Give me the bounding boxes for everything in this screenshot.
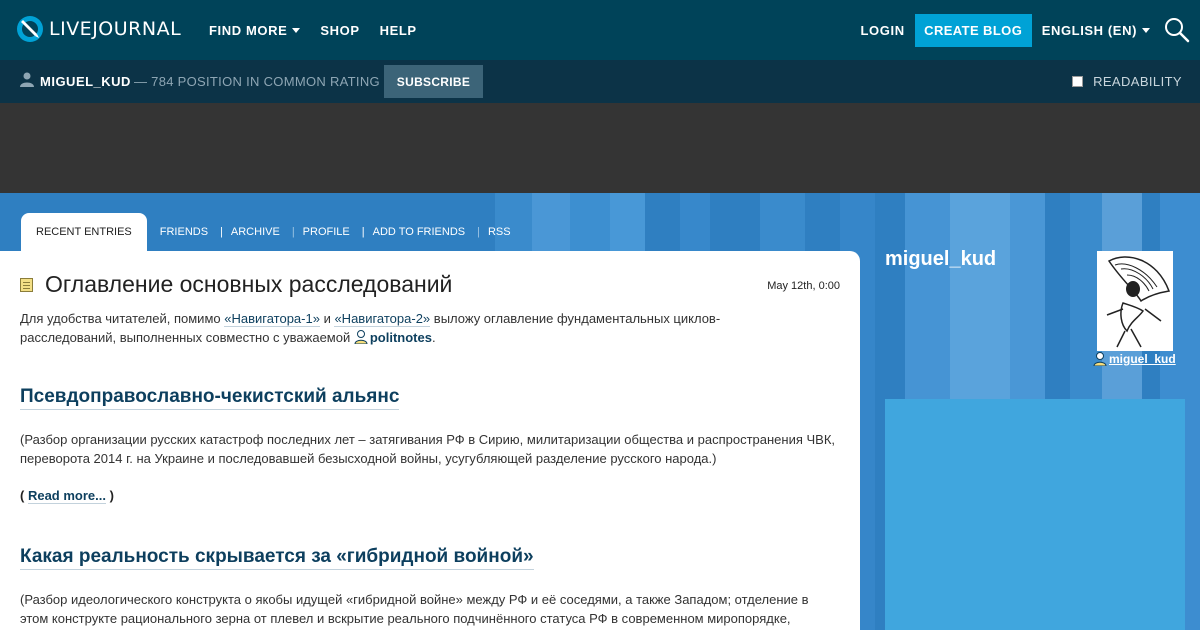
sidebar-widget: [885, 399, 1185, 630]
header-right: LOGIN CREATE BLOG ENGLISH (EN): [861, 0, 1200, 60]
section-text-1: (Разбор организации русских катастроф по…: [20, 432, 836, 466]
subscribe-button[interactable]: SUBSCRIBE: [384, 65, 483, 98]
politnotes-user-link[interactable]: politnotes: [370, 330, 432, 345]
nav-shop[interactable]: SHOP: [320, 23, 359, 38]
language-label: ENGLISH (EN): [1041, 22, 1137, 38]
tab-rss[interactable]: RSS: [488, 226, 517, 238]
chevron-down-icon: [292, 27, 301, 33]
post-intro: Для удобства читателей, помимо «Навигато…: [20, 309, 780, 347]
tab-recent-entries[interactable]: RECENT ENTRIES: [21, 213, 147, 251]
tab-separator: |: [477, 226, 480, 238]
ad-banner: [0, 103, 1200, 193]
post-title[interactable]: Оглавление основных расследований: [45, 271, 452, 298]
login-link[interactable]: LOGIN: [861, 23, 905, 38]
entry-note-icon: [20, 277, 33, 292]
intro-text: выложу оглавление фундаментальных циклов…: [430, 311, 721, 326]
journal-owner: MIGUEL_KUD — 784 POSITION IN COMMON RATI…: [20, 60, 380, 103]
nav-find-more-label: FIND MORE: [209, 22, 288, 38]
readability-checkbox[interactable]: [1072, 76, 1084, 87]
journal-avatar[interactable]: [1097, 251, 1173, 351]
tab-add-to-friends[interactable]: ADD TO FRIENDS: [373, 226, 472, 238]
intro-text: Для удобства читателей, помимо: [20, 311, 225, 326]
nav-help-label: HELP: [379, 22, 417, 38]
navigator-2-link[interactable]: «Навигатора-2»: [334, 311, 431, 327]
sidebar-journal-name: miguel_kud: [885, 248, 997, 270]
nav-help[interactable]: HELP: [380, 23, 417, 38]
language-selector[interactable]: ENGLISH (EN): [1042, 23, 1150, 38]
tab-separator: |: [361, 226, 365, 238]
user-icon: [1093, 351, 1107, 367]
main-nav: FIND MORE SHOP HELP: [209, 0, 437, 60]
logo-text: LIVEJOURNAL: [49, 18, 182, 40]
intro-text: и: [319, 311, 335, 326]
sidebar-username: miguel_kud: [1109, 351, 1176, 366]
readability-toggle[interactable]: READABILITY: [1072, 60, 1182, 103]
section-title-1[interactable]: Псевдоправославно-чекистский альянс: [20, 386, 400, 410]
tab-profile[interactable]: PROFILE: [303, 226, 356, 238]
livejournal-pencil-icon: [15, 14, 45, 44]
intro-text: расследований, выполненных совместно с у…: [20, 330, 354, 345]
navigator-1-link[interactable]: «Навигатора-1»: [224, 311, 320, 327]
post-date: May 12th, 0:00: [767, 280, 840, 292]
create-blog-button[interactable]: CREATE BLOG: [914, 13, 1032, 47]
livejournal-logo[interactable]: LIVEJOURNAL: [15, 14, 181, 44]
section-text-2: (Разбор идеологического конструкта о яко…: [20, 592, 809, 626]
tab-archive[interactable]: ARCHIVE: [231, 226, 286, 238]
top-header: LIVEJOURNAL FIND MORE SHOP HELP LOGIN CR…: [0, 0, 1200, 60]
post-header: Оглавление основных расследований: [20, 271, 452, 298]
post-content: Оглавление основных расследований May 12…: [0, 251, 860, 630]
read-more-link[interactable]: Read more...: [27, 488, 106, 504]
read-more: ( Read more... ): [20, 488, 114, 504]
intro-text: .: [431, 330, 436, 345]
journal-tabs: RECENT ENTRIES FRIENDS | ARCHIVE | PROFI…: [21, 213, 517, 251]
readmore-paren: (: [20, 488, 28, 503]
nav-shop-label: SHOP: [320, 22, 360, 38]
chevron-down-icon: [1142, 27, 1150, 33]
user-icon[interactable]: [354, 329, 368, 345]
tab-friends[interactable]: FRIENDS: [160, 226, 214, 238]
nav-find-more[interactable]: FIND MORE: [209, 22, 301, 38]
readability-label: READABILITY: [1093, 74, 1182, 89]
readmore-paren: ): [105, 488, 114, 503]
tab-separator: |: [291, 226, 295, 238]
sidebar-user-link[interactable]: miguel_kud: [1093, 351, 1176, 367]
rating-text: — 784 POSITION IN COMMON RATING: [133, 74, 380, 89]
user-icon: [20, 72, 34, 92]
tab-separator: |: [220, 226, 223, 238]
journal-userbar: MIGUEL_KUD — 784 POSITION IN COMMON RATI…: [0, 60, 1200, 103]
section-title-2[interactable]: Какая реальность скрывается за «гибридно…: [20, 546, 534, 570]
journal-username[interactable]: MIGUEL_KUD: [40, 74, 131, 89]
search-icon[interactable]: [1162, 15, 1192, 45]
